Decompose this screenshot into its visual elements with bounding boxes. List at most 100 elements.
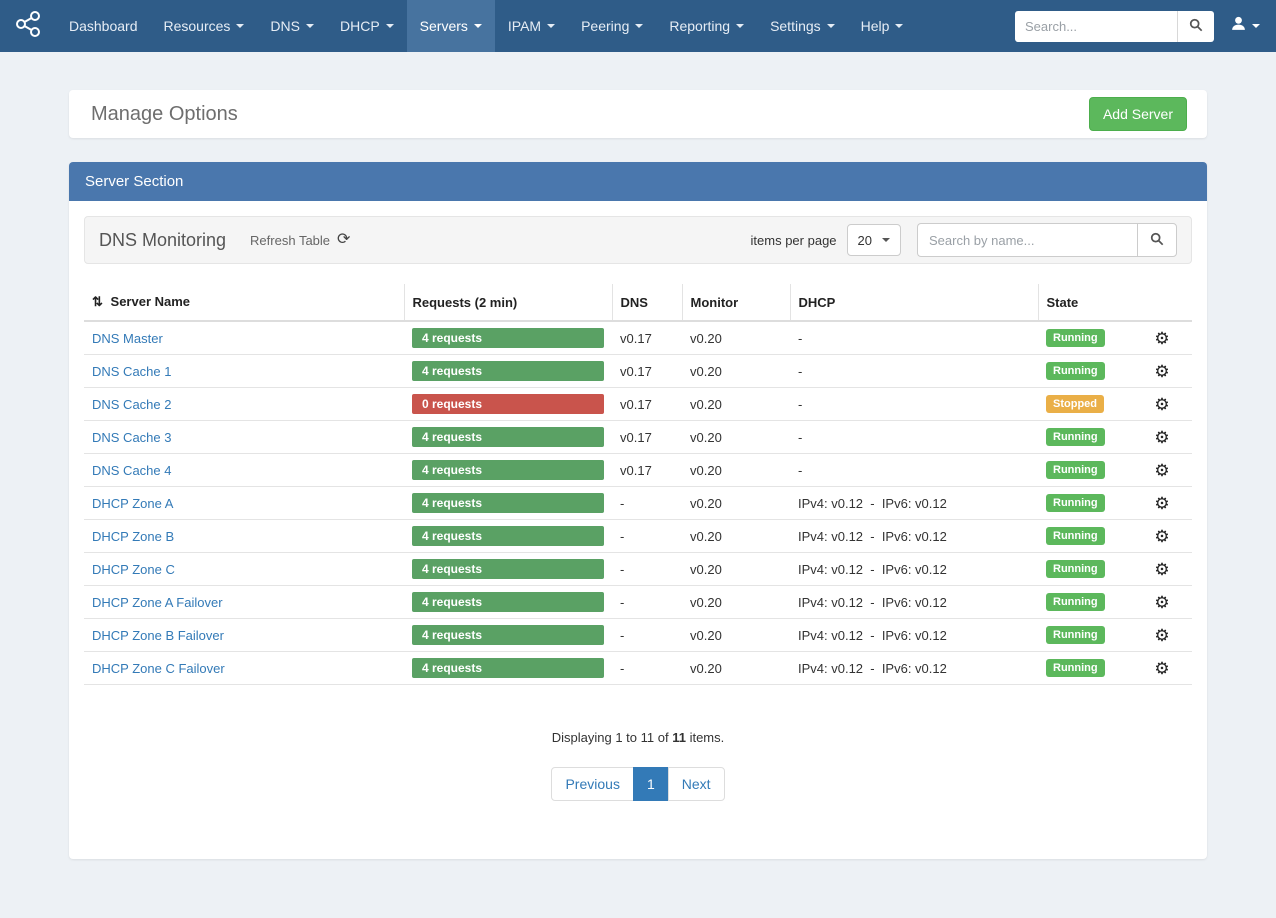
- global-search-button[interactable]: [1177, 11, 1214, 42]
- nav-item-label: IPAM: [508, 18, 541, 34]
- caret-down-icon: [306, 24, 314, 28]
- dhcp-version: IPv4: v0.12 - IPv6: v0.12: [790, 520, 1038, 553]
- col-dhcp: DHCP: [790, 284, 1038, 321]
- server-name-link[interactable]: DNS Cache 1: [92, 364, 171, 379]
- state-badge: Running: [1046, 593, 1105, 611]
- nav-item[interactable]: DHCP: [327, 0, 407, 52]
- monitor-version: v0.20: [682, 388, 790, 421]
- col-server-name[interactable]: ⇅ Server Name: [84, 284, 404, 321]
- user-icon: [1230, 15, 1247, 37]
- table-search: [917, 223, 1177, 257]
- nav-item[interactable]: Resources: [151, 0, 258, 52]
- state-badge: Running: [1046, 527, 1105, 545]
- caret-down-icon: [1252, 24, 1260, 28]
- summary-prefix: Displaying 1 to 11 of: [552, 730, 669, 745]
- server-section-panel: Server Section DNS Monitoring Refresh Ta…: [69, 162, 1207, 859]
- requests-bar: 4 requests: [412, 493, 604, 513]
- dns-version: v0.17: [612, 321, 682, 355]
- state-badge: Running: [1046, 560, 1105, 578]
- gear-icon[interactable]: ⚙: [1154, 329, 1169, 348]
- results-summary: Displaying 1 to 11 of 11 items.: [84, 730, 1192, 745]
- nav-item[interactable]: Help: [848, 0, 917, 52]
- server-name-link[interactable]: DNS Cache 3: [92, 430, 171, 445]
- nav-item-label: Reporting: [669, 18, 730, 34]
- pagination-previous[interactable]: Previous: [551, 767, 633, 801]
- gear-icon[interactable]: ⚙: [1154, 494, 1169, 513]
- state-badge: Running: [1046, 659, 1105, 677]
- gear-icon[interactable]: ⚙: [1154, 560, 1169, 579]
- nav-item[interactable]: IPAM: [495, 0, 568, 52]
- gear-icon[interactable]: ⚙: [1154, 626, 1169, 645]
- gear-icon[interactable]: ⚙: [1154, 527, 1169, 546]
- caret-down-icon: [827, 24, 835, 28]
- requests-bar: 4 requests: [412, 658, 604, 678]
- nav-item-label: Servers: [420, 18, 468, 34]
- gear-icon[interactable]: ⚙: [1154, 593, 1169, 612]
- table-row: DHCP Zone A 4 requests - v0.20 IPv4: v0.…: [84, 487, 1192, 520]
- dhcp-version: IPv4: v0.12 - IPv6: v0.12: [790, 586, 1038, 619]
- gear-icon[interactable]: ⚙: [1154, 461, 1169, 480]
- server-name-link[interactable]: DHCP Zone C: [92, 562, 175, 577]
- monitor-version: v0.20: [682, 619, 790, 652]
- global-search: [1015, 11, 1214, 42]
- monitor-version: v0.20: [682, 321, 790, 355]
- table-row: DHCP Zone C 4 requests - v0.20 IPv4: v0.…: [84, 553, 1192, 586]
- server-table-body: DNS Master 4 requests v0.17 v0.20 - Runn…: [84, 321, 1192, 685]
- caret-down-icon: [895, 24, 903, 28]
- server-name-link[interactable]: DHCP Zone A Failover: [92, 595, 223, 610]
- nav-item[interactable]: Servers: [407, 0, 495, 52]
- server-name-link[interactable]: DNS Cache 2: [92, 397, 171, 412]
- dhcp-version: IPv4: v0.12 - IPv6: v0.12: [790, 652, 1038, 685]
- dns-version: -: [612, 586, 682, 619]
- nav-item[interactable]: DNS: [257, 0, 327, 52]
- page: Dashboard Resources DNS DHCP Servers IPA…: [0, 0, 1276, 918]
- server-name-link[interactable]: DHCP Zone B: [92, 529, 174, 544]
- monitor-version: v0.20: [682, 421, 790, 454]
- dns-version: -: [612, 520, 682, 553]
- refresh-table-button[interactable]: Refresh Table ⟳: [250, 232, 350, 248]
- table-search-button[interactable]: [1137, 223, 1177, 257]
- gear-icon[interactable]: ⚙: [1154, 659, 1169, 678]
- app-logo[interactable]: [0, 0, 56, 52]
- nav-item[interactable]: Dashboard: [56, 0, 151, 52]
- requests-bar: 4 requests: [412, 460, 604, 480]
- gear-icon[interactable]: ⚙: [1154, 428, 1169, 447]
- nav-item[interactable]: Reporting: [656, 0, 757, 52]
- server-name-link[interactable]: DNS Master: [92, 331, 163, 346]
- table-search-input[interactable]: [917, 223, 1137, 257]
- state-badge: Running: [1046, 428, 1105, 446]
- requests-bar: 0 requests: [412, 394, 604, 414]
- server-name-link[interactable]: DHCP Zone A: [92, 496, 173, 511]
- dhcp-version: IPv4: v0.12 - IPv6: v0.12: [790, 553, 1038, 586]
- monitor-version: v0.20: [682, 454, 790, 487]
- col-requests: Requests (2 min): [404, 284, 612, 321]
- dns-version: v0.17: [612, 454, 682, 487]
- col-server-name-label: Server Name: [111, 294, 191, 309]
- gear-icon[interactable]: ⚙: [1154, 395, 1169, 414]
- items-per-page-value: 20: [858, 233, 872, 248]
- add-server-button[interactable]: Add Server: [1089, 97, 1187, 131]
- requests-bar: 4 requests: [412, 625, 604, 645]
- nav-item[interactable]: Settings: [757, 0, 848, 52]
- search-icon: [1150, 232, 1164, 249]
- global-search-input[interactable]: [1015, 11, 1177, 42]
- pagination-page-1[interactable]: 1: [633, 767, 669, 801]
- server-name-link[interactable]: DHCP Zone B Failover: [92, 628, 224, 643]
- table-row: DNS Master 4 requests v0.17 v0.20 - Runn…: [84, 321, 1192, 355]
- page-title: Manage Options: [91, 103, 238, 126]
- dns-version: -: [612, 487, 682, 520]
- monitor-version: v0.20: [682, 520, 790, 553]
- monitor-version: v0.20: [682, 586, 790, 619]
- caret-down-icon: [882, 238, 890, 242]
- user-menu[interactable]: [1230, 15, 1260, 37]
- table-row: DHCP Zone A Failover 4 requests - v0.20 …: [84, 586, 1192, 619]
- gear-icon[interactable]: ⚙: [1154, 362, 1169, 381]
- pagination-next[interactable]: Next: [668, 767, 725, 801]
- items-per-page-select[interactable]: 20: [847, 224, 901, 256]
- server-name-link[interactable]: DNS Cache 4: [92, 463, 171, 478]
- nav-item[interactable]: Peering: [568, 0, 656, 52]
- toolbar-right: items per page 20: [751, 223, 1177, 257]
- server-name-link[interactable]: DHCP Zone C Failover: [92, 661, 225, 676]
- dhcp-version: -: [790, 321, 1038, 355]
- nav-item-label: Peering: [581, 18, 629, 34]
